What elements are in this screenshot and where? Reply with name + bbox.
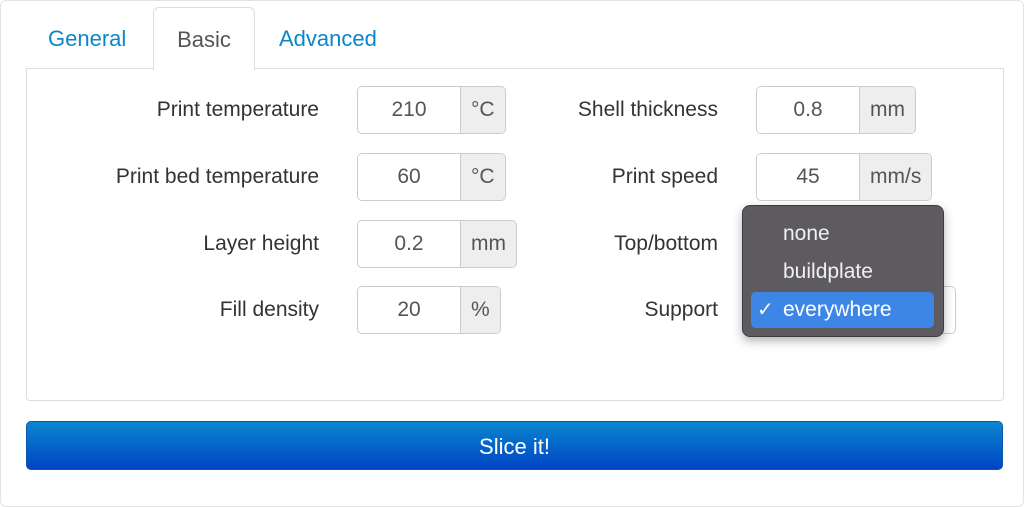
layer-height-label: Layer height bbox=[203, 232, 319, 255]
unit-addon: °C bbox=[460, 87, 505, 133]
option-label: buildplate bbox=[783, 260, 873, 283]
shell-thickness-label: Shell thickness bbox=[577, 98, 718, 121]
slice-button[interactable]: Slice it! bbox=[26, 421, 1003, 470]
shell-thickness-field: mm bbox=[756, 86, 916, 134]
unit-addon: mm bbox=[460, 221, 516, 267]
option-label: everywhere bbox=[783, 298, 892, 321]
unit-addon: mm bbox=[859, 87, 915, 133]
print-bed-temperature-input[interactable] bbox=[358, 154, 460, 200]
top-bottom-label: Top/bottom bbox=[614, 232, 718, 255]
print-speed-field: mm/s bbox=[756, 153, 933, 201]
tab-general[interactable]: General bbox=[48, 7, 126, 69]
shell-thickness-input[interactable] bbox=[757, 87, 859, 133]
support-label: Support bbox=[644, 298, 718, 321]
fill-density-field: % bbox=[357, 286, 501, 334]
unit-addon: mm/s bbox=[859, 154, 932, 200]
print-temperature-input[interactable] bbox=[358, 87, 460, 133]
support-option-none[interactable]: none bbox=[751, 216, 934, 252]
layer-height-input[interactable] bbox=[358, 221, 460, 267]
fill-density-input[interactable] bbox=[358, 287, 460, 333]
unit-addon: % bbox=[460, 287, 500, 333]
print-temperature-field: °C bbox=[357, 86, 506, 134]
option-label: none bbox=[783, 222, 830, 245]
support-option-everywhere[interactable]: ✓ everywhere bbox=[751, 292, 934, 328]
support-dropdown-menu: none buildplate ✓ everywhere bbox=[742, 205, 944, 337]
unit-addon: °C bbox=[460, 154, 505, 200]
print-temperature-label: Print temperature bbox=[156, 98, 319, 121]
tab-basic[interactable]: Basic bbox=[153, 7, 255, 70]
fill-density-label: Fill density bbox=[219, 298, 319, 321]
checkmark-icon: ✓ bbox=[757, 299, 774, 321]
print-bed-temperature-field: °C bbox=[357, 153, 506, 201]
tab-advanced[interactable]: Advanced bbox=[279, 7, 377, 69]
layer-height-field: mm bbox=[357, 220, 517, 268]
print-speed-input[interactable] bbox=[757, 154, 859, 200]
print-speed-label: Print speed bbox=[611, 165, 718, 188]
support-option-buildplate[interactable]: buildplate bbox=[751, 254, 934, 290]
print-bed-temperature-label: Print bed temperature bbox=[115, 165, 319, 188]
